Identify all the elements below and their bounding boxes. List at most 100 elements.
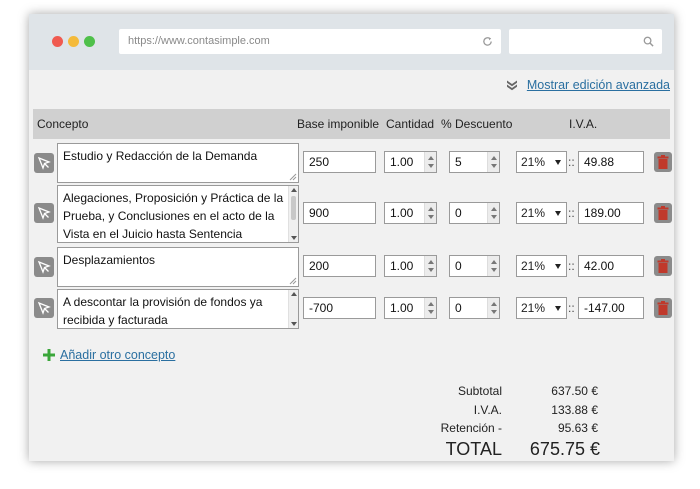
vat-rate-value: 21% [521, 155, 546, 169]
header-concept: Concepto [37, 117, 89, 131]
quantity-value: 1.00 [390, 206, 414, 220]
delete-row-button[interactable] [654, 152, 672, 172]
concept-text: A descontar la provisión de fondos ya re… [63, 295, 263, 327]
row-drag-handle[interactable] [34, 153, 54, 173]
double-chevron-down-icon [506, 80, 517, 91]
quantity-stepper[interactable]: 1.00 [384, 202, 437, 224]
delete-row-button[interactable] [654, 298, 672, 318]
subtotal-label: Subtotal [457, 384, 502, 398]
vat-amount-input[interactable]: 189.00 [578, 202, 644, 224]
close-dot[interactable] [52, 36, 63, 47]
minimize-dot[interactable] [68, 36, 79, 47]
discount-stepper[interactable]: 0 [449, 202, 500, 224]
search-icon [643, 36, 654, 47]
quantity-stepper[interactable]: 1.00 [384, 297, 437, 319]
vat-amount-input[interactable]: 49.88 [578, 151, 644, 173]
header-base: Base imponible [297, 117, 380, 131]
vat-separator: :: [568, 259, 575, 273]
trash-icon [657, 259, 669, 273]
cursor-arrow-icon [37, 156, 51, 170]
concept-textarea[interactable]: Estudio y Redacción de la Demanda [57, 143, 299, 183]
quantity-spin[interactable] [424, 298, 436, 318]
cursor-arrow-icon [37, 260, 51, 274]
reload-icon[interactable] [482, 36, 493, 47]
vat-amount-input[interactable]: -147.00 [578, 297, 644, 319]
quantity-spin[interactable] [424, 256, 436, 276]
concept-scrollbar[interactable] [288, 186, 298, 242]
resize-grip-icon[interactable] [289, 277, 297, 285]
base-input[interactable]: 900 [303, 202, 376, 224]
row-drag-handle[interactable] [34, 257, 54, 277]
header-quantity: Cantidad [386, 117, 435, 131]
vat-rate-select[interactable]: 21% [516, 151, 567, 173]
cursor-arrow-icon [37, 206, 51, 220]
resize-grip-icon[interactable] [289, 173, 297, 181]
discount-stepper[interactable]: 0 [449, 297, 500, 319]
discount-value: 0 [455, 301, 462, 315]
base-value: 900 [309, 206, 330, 220]
vat-total-label: I.V.A. [473, 403, 502, 417]
base-input[interactable]: 250 [303, 151, 376, 173]
quantity-spin[interactable] [424, 203, 436, 223]
add-concept-link[interactable]: Añadir otro concepto [60, 348, 175, 362]
chevron-down-icon [555, 160, 561, 165]
url-bar[interactable]: https://www.contasimple.com [119, 29, 501, 54]
vat-total-value: 133.88 € [551, 403, 598, 417]
row-drag-handle[interactable] [34, 203, 54, 223]
vat-rate-select[interactable]: 21% [516, 255, 567, 277]
vat-separator: :: [568, 301, 575, 315]
concept-text: Alegaciones, Proposición y Práctica de l… [63, 191, 284, 241]
vat-separator: :: [568, 155, 575, 169]
trash-icon [657, 206, 669, 220]
vat-amount-input[interactable]: 42.00 [578, 255, 644, 277]
vat-amount-value: 42.00 [584, 259, 615, 273]
quantity-value: 1.00 [390, 155, 414, 169]
concept-textarea[interactable]: Alegaciones, Proposición y Práctica de l… [57, 185, 299, 243]
advanced-edit-link[interactable]: Mostrar edición avanzada [527, 78, 670, 92]
discount-value: 0 [455, 259, 462, 273]
add-concept[interactable]: Añadir otro concepto [43, 347, 175, 363]
discount-spin[interactable] [487, 152, 499, 172]
vat-amount-value: 49.88 [584, 155, 615, 169]
concept-textarea[interactable]: A descontar la provisión de fondos ya re… [57, 289, 299, 329]
chevron-down-icon [555, 264, 561, 269]
advanced-edit[interactable]: Mostrar edición avanzada [506, 77, 670, 93]
discount-spin[interactable] [487, 298, 499, 318]
base-input[interactable]: -700 [303, 297, 376, 319]
total-label: TOTAL [445, 439, 502, 459]
discount-stepper[interactable]: 5 [449, 151, 500, 173]
concept-scrollbar[interactable] [288, 290, 298, 328]
delete-row-button[interactable] [654, 256, 672, 276]
maximize-dot[interactable] [84, 36, 95, 47]
quantity-stepper[interactable]: 1.00 [384, 151, 437, 173]
discount-value: 0 [455, 206, 462, 220]
delete-row-button[interactable] [654, 203, 672, 223]
vat-rate-value: 21% [521, 301, 546, 315]
discount-value: 5 [455, 155, 462, 169]
quantity-stepper[interactable]: 1.00 [384, 255, 437, 277]
row-drag-handle[interactable] [34, 298, 54, 318]
concept-text: Estudio y Redacción de la Demanda [63, 149, 258, 163]
discount-spin[interactable] [487, 256, 499, 276]
trash-icon [657, 155, 669, 169]
base-value: -700 [309, 301, 334, 315]
discount-stepper[interactable]: 0 [449, 255, 500, 277]
quantity-spin[interactable] [424, 152, 436, 172]
vat-rate-select[interactable]: 21% [516, 297, 567, 319]
concept-textarea[interactable]: Desplazamientos [57, 247, 299, 287]
quantity-value: 1.00 [390, 301, 414, 315]
base-value: 200 [309, 259, 330, 273]
base-input[interactable]: 200 [303, 255, 376, 277]
browser-toolbar: https://www.contasimple.com [29, 14, 674, 70]
vat-rate-value: 21% [521, 206, 546, 220]
vat-rate-select[interactable]: 21% [516, 202, 567, 224]
vat-amount-value: -147.00 [584, 301, 625, 315]
search-bar[interactable] [509, 29, 662, 54]
retention-label: Retención - [440, 421, 502, 435]
chevron-down-icon [555, 306, 561, 311]
concept-text: Desplazamientos [63, 253, 156, 267]
base-value: 250 [309, 155, 330, 169]
discount-spin[interactable] [487, 203, 499, 223]
table-header: Concepto Base imponible Cantidad % Descu… [33, 109, 670, 139]
vat-separator: :: [568, 206, 575, 220]
